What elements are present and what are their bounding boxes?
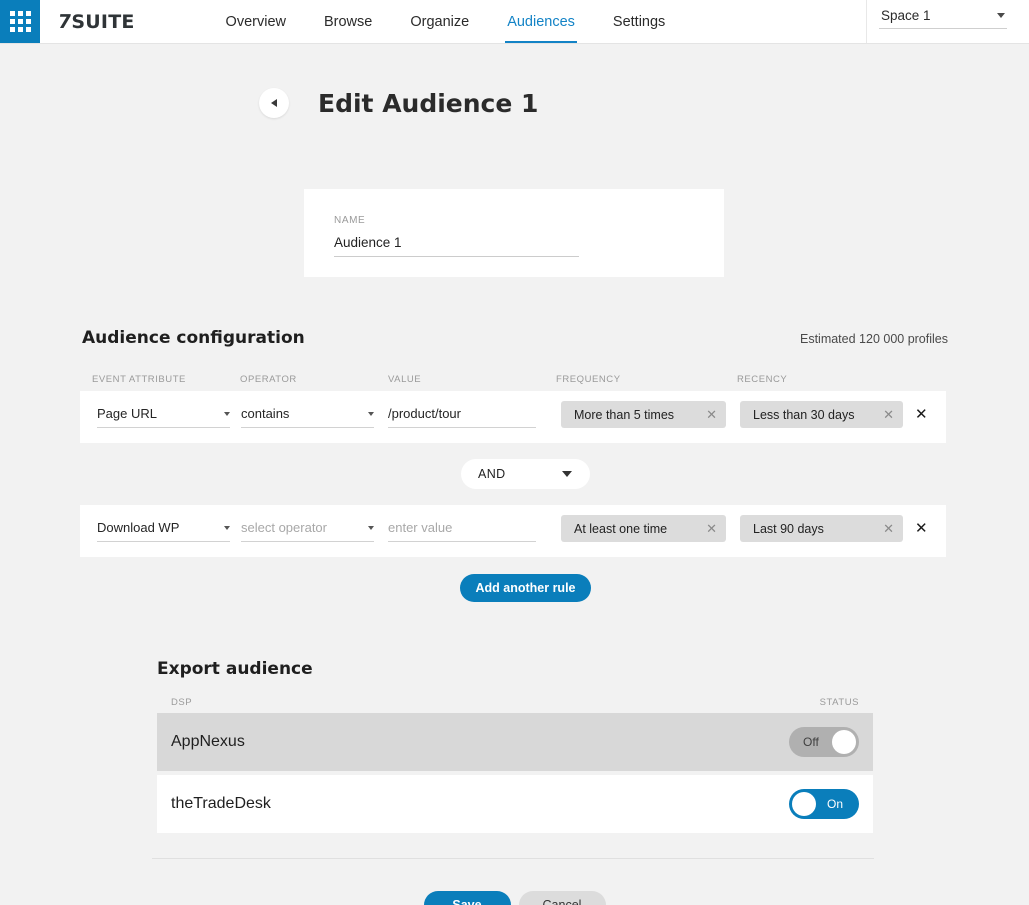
nav-item-audiences[interactable]: Audiences: [488, 0, 594, 43]
space-selector-value: Space 1: [881, 8, 931, 23]
rule-value-input[interactable]: [388, 520, 536, 535]
rule-delete-button[interactable]: ✕: [915, 407, 928, 422]
main-nav: Overview Browse Organize Audiences Setti…: [207, 0, 685, 43]
rule-operator-placeholder: select operator: [241, 520, 327, 535]
back-button[interactable]: [259, 88, 289, 118]
chevron-down-icon: [997, 13, 1005, 18]
dsp-status-label: On: [826, 797, 843, 811]
dsp-row-appnexus: AppNexus Off: [157, 713, 873, 771]
add-another-rule-button[interactable]: Add another rule: [460, 574, 591, 602]
space-selector-wrap: Space 1: [879, 6, 1007, 29]
close-small-icon[interactable]: ✕: [883, 522, 894, 535]
rule-column-headers: EVENT ATTRIBUTE OPERATOR VALUE FREQUENCY…: [92, 374, 952, 388]
save-button[interactable]: Save: [423, 891, 511, 905]
chevron-down-icon: [224, 411, 230, 416]
nav-item-settings[interactable]: Settings: [594, 0, 684, 43]
rule-value-field[interactable]: [388, 520, 536, 542]
dsp-name: theTradeDesk: [171, 795, 271, 812]
rule-operator-select[interactable]: select operator: [241, 520, 374, 542]
nav-item-overview[interactable]: Overview: [207, 0, 305, 43]
rule-recency-value: Less than 30 days: [753, 407, 855, 422]
rule-attribute-select[interactable]: Download WP: [97, 520, 230, 542]
rule-frequency-value: At least one time: [574, 521, 668, 536]
chevron-down-icon: [368, 525, 374, 530]
toggle-knob: [832, 730, 856, 754]
name-input[interactable]: [334, 235, 579, 257]
dsp-name: AppNexus: [171, 733, 245, 750]
rule-recency-chip[interactable]: Last 90 days ✕: [740, 515, 903, 542]
dsp-column-headers: DSP STATUS: [171, 697, 859, 708]
footer-actions: Save Cancel: [0, 891, 1029, 905]
audience-config-header: Audience configuration Estimated 120 000…: [82, 328, 948, 348]
column-header-value: VALUE: [388, 374, 422, 385]
nav-item-browse[interactable]: Browse: [305, 0, 391, 43]
nav-item-organize[interactable]: Organize: [391, 0, 488, 43]
rule-delete-button[interactable]: ✕: [915, 521, 928, 536]
dsp-row-thetradedesk: theTradeDesk On: [157, 775, 873, 833]
cancel-button[interactable]: Cancel: [518, 891, 606, 905]
name-field-label: NAME: [334, 215, 366, 226]
logic-operator-select[interactable]: AND: [461, 459, 590, 489]
rule-frequency-chip[interactable]: At least one time ✕: [561, 515, 726, 542]
space-selector[interactable]: Space 1: [879, 6, 1007, 29]
rule-frequency-chip[interactable]: More than 5 times ✕: [561, 401, 726, 428]
dsp-status-label: Off: [803, 735, 819, 749]
topbar-divider: [866, 0, 867, 43]
rule-recency-value: Last 90 days: [753, 521, 824, 536]
brand-logo[interactable]: 7 SUITE: [40, 0, 135, 43]
apps-grid-icon[interactable]: [0, 0, 40, 43]
chevron-down-icon: [224, 525, 230, 530]
chevron-left-icon: [271, 99, 277, 107]
estimated-profiles: Estimated 120 000 profiles: [799, 332, 948, 346]
column-header-event-attribute: EVENT ATTRIBUTE: [92, 374, 186, 385]
brand-logo-suite: SUITE: [71, 10, 135, 33]
page-header: Edit Audience 1: [0, 44, 1029, 118]
chevron-down-icon: [562, 471, 572, 477]
rule-operator-select[interactable]: contains: [241, 406, 374, 428]
rule-row: Download WP select operator At least one…: [80, 505, 946, 557]
page-title: Edit Audience 1: [318, 88, 539, 118]
footer-divider: [152, 858, 874, 859]
name-card: NAME: [304, 189, 724, 277]
column-header-operator: OPERATOR: [240, 374, 297, 385]
toggle-knob: [792, 792, 816, 816]
rule-attribute-value: Page URL: [97, 406, 157, 421]
chevron-down-icon: [368, 411, 374, 416]
rule-recency-chip[interactable]: Less than 30 days ✕: [740, 401, 903, 428]
column-header-frequency: FREQUENCY: [556, 374, 621, 385]
column-header-dsp: DSP: [171, 697, 193, 708]
page-body: Edit Audience 1 NAME Audience configurat…: [0, 44, 1029, 905]
rule-value-input[interactable]: [388, 406, 536, 421]
close-small-icon[interactable]: ✕: [883, 408, 894, 421]
rule-attribute-value: Download WP: [97, 520, 180, 535]
dsp-status-toggle[interactable]: Off: [789, 727, 859, 757]
rule-value-field[interactable]: [388, 406, 536, 428]
rule-attribute-select[interactable]: Page URL: [97, 406, 230, 428]
top-bar: 7 SUITE Overview Browse Organize Audience…: [0, 0, 1029, 44]
audience-config-title: Audience configuration: [82, 328, 305, 348]
export-audience-title: Export audience: [157, 659, 313, 679]
close-small-icon[interactable]: ✕: [706, 408, 717, 421]
rule-row: Page URL contains More than 5 times ✕ Le…: [80, 391, 946, 443]
rule-operator-value: contains: [241, 406, 290, 421]
column-header-recency: RECENCY: [737, 374, 788, 385]
close-small-icon[interactable]: ✕: [706, 522, 717, 535]
column-header-status: STATUS: [819, 697, 859, 708]
logic-operator-value: AND: [478, 467, 506, 481]
apps-grid-glyph: [9, 11, 31, 32]
rule-frequency-value: More than 5 times: [574, 407, 675, 422]
dsp-status-toggle[interactable]: On: [789, 789, 859, 819]
